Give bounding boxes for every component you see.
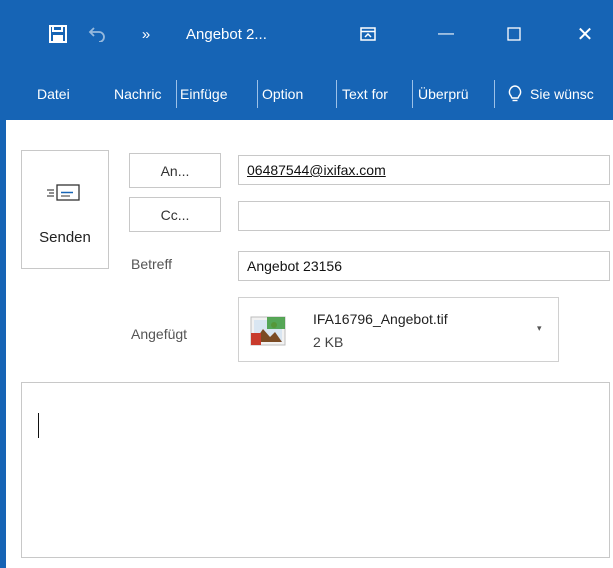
ribbon-separator [494,80,495,108]
window-title: Angebot 2... [186,25,267,43]
to-field[interactable]: 06487544@ixifax.com [238,155,610,185]
to-button[interactable]: An... [129,153,221,188]
ribbon-separator [176,80,177,108]
send-label: Senden [39,229,91,246]
more-commands-icon[interactable]: » [132,0,160,68]
tab-nachricht[interactable]: Nachric [114,68,174,120]
minimize-icon[interactable]: — [424,0,468,68]
tell-me-box[interactable]: Sie wünsc [508,68,613,120]
tab-datei[interactable]: Datei [37,68,83,120]
text-cursor [38,413,39,438]
lightbulb-icon [508,85,522,102]
ribbon-separator [412,80,413,108]
ribbon-separator [257,80,258,108]
ribbon-display-icon[interactable] [346,0,390,68]
save-icon[interactable] [36,0,80,68]
close-icon[interactable]: ✕ [563,0,607,68]
cc-button[interactable]: Cc... [129,197,221,232]
ribbon-separator [336,80,337,108]
to-recipient[interactable]: 06487544@ixifax.com [247,162,386,178]
tab-einfuegen[interactable]: Einfüge [180,68,253,120]
send-envelope-icon [47,184,80,201]
attachment-card[interactable]: IFA16796_Angebot.tif 2 KB ▾ [238,297,559,362]
attached-label: Angefügt [131,326,188,342]
tab-ueberpruefen[interactable]: Überprü [418,68,486,120]
message-body[interactable] [21,382,610,558]
send-button[interactable]: Senden [21,150,109,269]
cc-field[interactable] [238,201,610,231]
attachment-size: 2 KB [313,334,344,350]
image-file-icon [250,316,286,346]
subject-label: Betreff [131,256,172,272]
chevron-down-icon[interactable]: ▾ [537,323,542,334]
maximize-icon[interactable] [492,0,536,68]
subject-field[interactable]: Angebot 23156 [238,251,610,281]
tab-text-formatieren[interactable]: Text for [342,68,408,120]
tell-me-text: Sie wünsc [530,86,594,102]
undo-icon[interactable] [82,0,112,68]
tab-optionen[interactable]: Option [262,68,332,120]
attachment-name: IFA16796_Angebot.tif [313,311,448,327]
window-left-border [0,120,6,568]
